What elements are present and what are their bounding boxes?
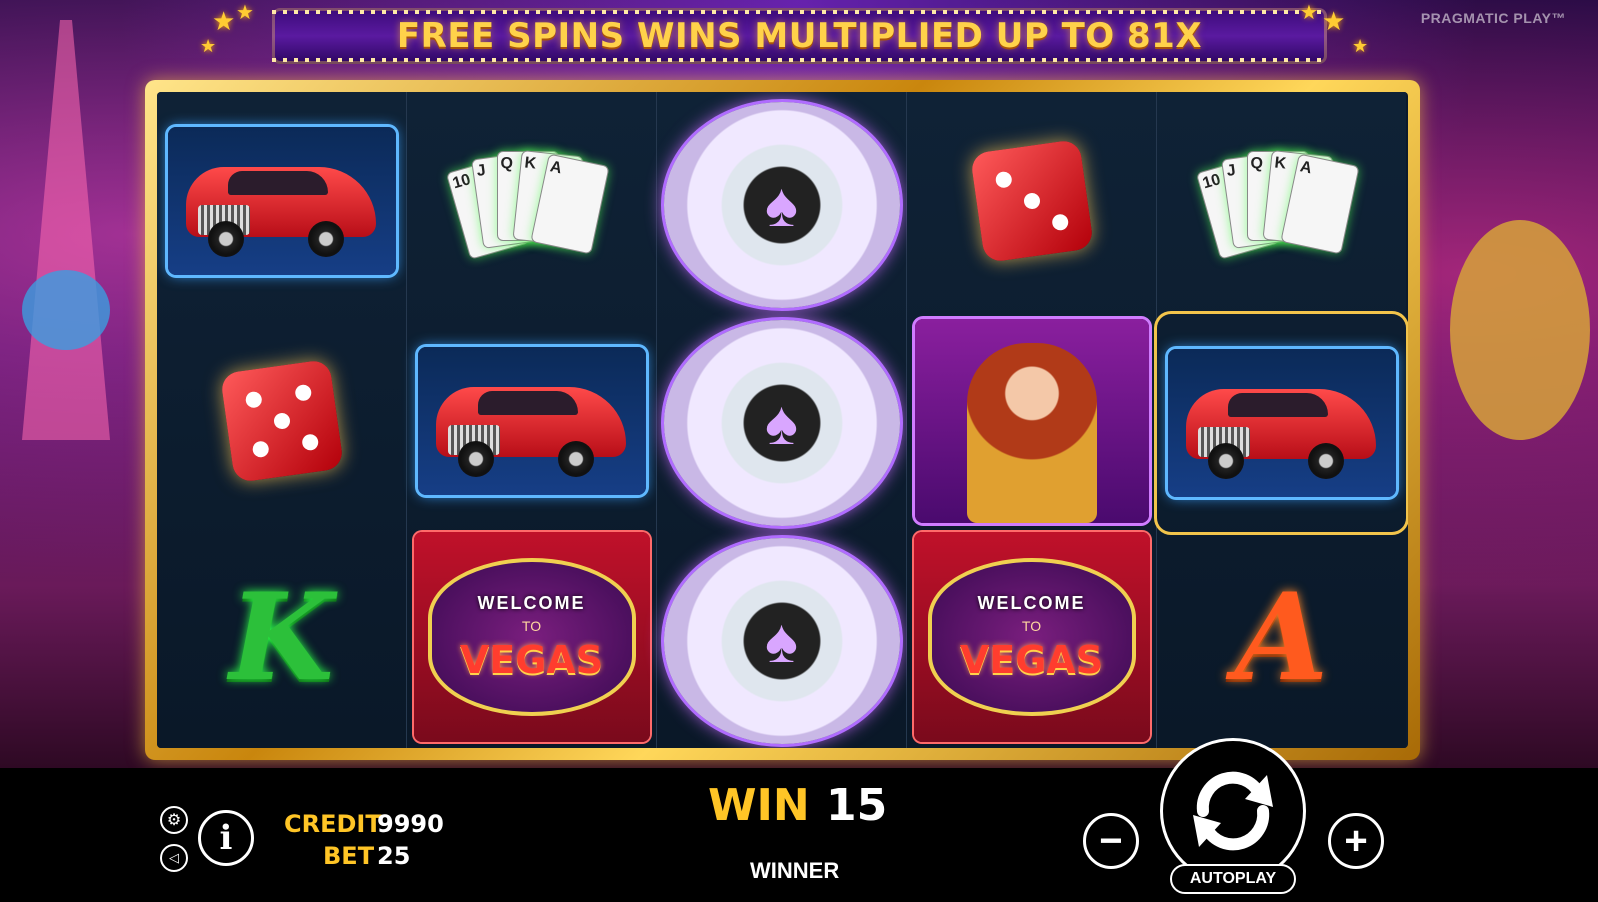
poker-chip-symbol: ♠ xyxy=(663,102,900,308)
showgirl-symbol xyxy=(914,319,1149,523)
poker-chip-symbol: ♠ xyxy=(663,538,900,744)
brand-logo: PRAGMATIC PLAY™ xyxy=(1420,10,1566,26)
poker-chip-symbol: ♠ xyxy=(663,320,900,526)
reel-4: WELCOME TO VEGAS xyxy=(907,92,1157,748)
spade-icon: ♠ xyxy=(765,388,798,458)
sound-button[interactable]: ◁ xyxy=(160,844,188,872)
bet-value: 25 xyxy=(377,842,411,870)
plus-icon: + xyxy=(1344,819,1368,863)
welcome-vegas-symbol: WELCOME TO VEGAS xyxy=(913,532,1150,742)
star-icon: ★ xyxy=(1322,6,1346,36)
spade-icon: ♠ xyxy=(765,606,798,676)
info-button[interactable]: i xyxy=(198,810,254,866)
letter-a-symbol: A xyxy=(1234,566,1329,708)
symbol-cards: 10 J Q K A xyxy=(407,92,656,310)
symbol-a: A xyxy=(1157,528,1406,746)
to-text: TO xyxy=(1021,617,1042,634)
star-icon: ★ xyxy=(236,2,254,24)
vegas-text: VEGAS xyxy=(459,637,604,682)
car-symbol xyxy=(167,127,396,275)
symbol-chip: ♠ xyxy=(657,532,906,748)
spin-arrows-icon xyxy=(1193,771,1273,851)
welcome-text: WELCOME xyxy=(977,592,1086,613)
win-label: WIN xyxy=(708,780,810,831)
symbol-car xyxy=(407,312,656,530)
letter-k-symbol: K xyxy=(229,566,334,708)
reel-1: K xyxy=(157,92,407,748)
reel-2: 10 J Q K A WELCOME TO VEGAS xyxy=(407,92,657,748)
symbol-car xyxy=(1157,314,1406,532)
playing-cards-symbol: 10 J Q K A xyxy=(445,141,610,261)
bet-decrease-button[interactable]: − xyxy=(1083,813,1139,869)
star-icon: ★ xyxy=(1300,2,1318,24)
symbol-chip: ♠ xyxy=(657,314,906,532)
symbol-cards: 10 J Q K A xyxy=(1157,92,1406,310)
credit-label: CREDIT xyxy=(284,810,382,838)
gear-icon: ⚙ xyxy=(166,812,182,829)
symbol-dice xyxy=(907,92,1156,310)
info-icon: i xyxy=(219,818,233,858)
star-icon: ★ xyxy=(1352,36,1369,56)
win-value: 15 xyxy=(826,780,888,831)
settings-button[interactable]: ⚙ xyxy=(160,806,188,834)
vegas-text: VEGAS xyxy=(959,637,1104,682)
car-symbol xyxy=(1167,349,1396,497)
banner-bulbs-bottom xyxy=(272,58,1327,62)
banner-text: FREE SPINS WINS MULTIPLIED UP TO 81X xyxy=(396,16,1203,56)
symbol-dice xyxy=(157,312,406,530)
speaker-icon: ◁ xyxy=(169,850,179,865)
spin-button[interactable] xyxy=(1160,738,1306,884)
lion-statue-decoration xyxy=(1450,220,1590,440)
symbol-car xyxy=(157,92,406,310)
spade-icon: ♠ xyxy=(765,170,798,240)
star-icon: ★ xyxy=(200,36,217,56)
playing-cards-symbol: 10 J Q K A xyxy=(1195,141,1360,261)
reels-frame: K 10 J Q K A WELCOME TO VEGAS ♠ ♠ ♠ WELC… xyxy=(145,80,1420,760)
free-spins-banner: FREE SPINS WINS MULTIPLIED UP TO 81X xyxy=(272,8,1327,64)
symbol-k: K xyxy=(157,528,406,746)
welcome-vegas-symbol: WELCOME TO VEGAS xyxy=(413,532,650,742)
banner-bulbs-top xyxy=(272,10,1327,14)
minus-icon: − xyxy=(1099,819,1123,863)
reel-5: 10 J Q K A A xyxy=(1157,92,1406,748)
status-text: WINNER xyxy=(750,858,840,883)
symbol-welcome-vegas: WELCOME TO VEGAS xyxy=(407,528,656,746)
eiffel-tower-decoration xyxy=(22,20,110,440)
bet-label: BET xyxy=(323,842,375,870)
car-symbol xyxy=(417,347,646,495)
bet-increase-button[interactable]: + xyxy=(1328,813,1384,869)
symbol-chip: ♠ xyxy=(657,96,906,314)
credit-value: 9990 xyxy=(377,810,444,838)
welcome-text: WELCOME xyxy=(477,592,586,613)
dice-symbol xyxy=(219,358,344,484)
reel-3: ♠ ♠ ♠ xyxy=(657,92,907,748)
autoplay-button[interactable]: AUTOPLAY xyxy=(1170,864,1296,894)
to-text: TO xyxy=(521,617,542,634)
star-icon: ★ xyxy=(212,6,236,36)
dice-symbol xyxy=(969,138,1094,264)
symbol-lady xyxy=(907,312,1156,530)
symbol-welcome-vegas: WELCOME TO VEGAS xyxy=(907,528,1156,746)
reels-grid: K 10 J Q K A WELCOME TO VEGAS ♠ ♠ ♠ WELC… xyxy=(157,92,1408,748)
